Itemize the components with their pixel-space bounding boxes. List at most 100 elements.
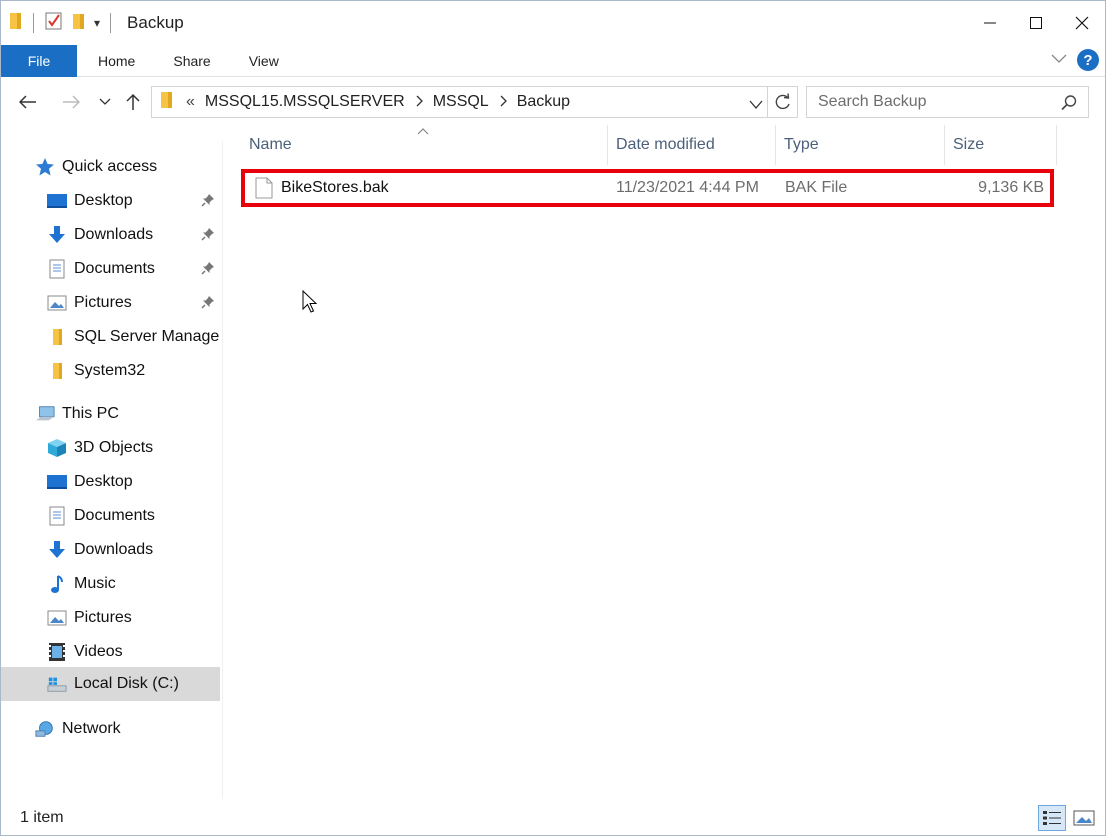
breadcrumb-segment[interactable]: Backup: [517, 93, 570, 111]
pin-icon[interactable]: [201, 261, 215, 280]
sidebar-item-label: Quick access: [62, 158, 158, 175]
chevron-right-icon[interactable]: [415, 94, 423, 110]
sidebar-item-local-disk[interactable]: Local Disk (C:): [1, 667, 220, 701]
sidebar-item-music[interactable]: Music: [1, 568, 220, 600]
sidebar-item-label: Documents: [74, 260, 155, 277]
item-count: 1 item: [20, 809, 64, 826]
chevron-right-icon[interactable]: [499, 94, 507, 110]
maximize-button[interactable]: [1013, 1, 1059, 45]
tab-share[interactable]: Share: [154, 45, 229, 77]
sidebar-item-this-pc[interactable]: This PC: [1, 398, 220, 430]
picture-icon: [47, 608, 67, 628]
pin-icon[interactable]: [201, 295, 215, 314]
expand-ribbon-icon[interactable]: [1051, 51, 1067, 69]
document-icon: [47, 506, 67, 526]
sidebar-item-label: 3D Objects: [74, 439, 154, 456]
sidebar-item-label: Desktop: [74, 192, 133, 209]
pin-icon[interactable]: [201, 193, 215, 212]
navigation-bar: « MSSQL15.MSSQLSERVER MSSQL Backup Searc…: [1, 83, 1105, 121]
mouse-cursor-icon: [302, 289, 318, 319]
sidebar-item-label: SQL Server Manage: [74, 328, 220, 345]
folder-icon: [9, 11, 23, 36]
column-header-name[interactable]: Name: [241, 125, 608, 165]
breadcrumb-segment[interactable]: MSSQL15.MSSQLSERVER: [205, 93, 405, 111]
drive-icon: [47, 674, 67, 694]
file-type: BAK File: [785, 179, 848, 196]
help-icon[interactable]: ?: [1077, 49, 1099, 71]
address-bar[interactable]: « MSSQL15.MSSQLSERVER MSSQL Backup: [151, 86, 768, 118]
sidebar-item-pictures-pc[interactable]: Pictures: [1, 602, 220, 634]
column-header-date-modified[interactable]: Date modified: [608, 125, 776, 165]
quick-access-toolbar: ▾ Backup: [1, 1, 184, 45]
properties-icon[interactable]: [44, 11, 64, 36]
address-history-dropdown[interactable]: [749, 97, 763, 115]
pin-icon[interactable]: [201, 227, 215, 246]
column-header-type[interactable]: Type: [776, 125, 945, 165]
sidebar-item-system32[interactable]: System32: [1, 355, 220, 387]
sidebar-item-desktop[interactable]: Desktop: [1, 185, 220, 217]
sidebar-item-documents-pc[interactable]: Documents: [1, 500, 220, 532]
sidebar-item-label: This PC: [62, 405, 119, 422]
sidebar-item-label: System32: [74, 362, 146, 379]
title-bar: ▾ Backup: [1, 1, 1105, 45]
tab-view[interactable]: View: [230, 45, 298, 77]
breadcrumb-segment[interactable]: MSSQL: [433, 93, 489, 111]
tab-file[interactable]: File: [1, 44, 77, 77]
status-bar: 1 item: [1, 801, 1105, 835]
new-folder-icon[interactable]: [70, 11, 88, 36]
file-explorer-window: ▾ Backup File Home Share View ? « MSSQL1…: [0, 0, 1106, 836]
back-button[interactable]: [17, 89, 39, 115]
sidebar-item-3d-objects[interactable]: 3D Objects: [1, 432, 220, 464]
sidebar-item-label: Pictures: [74, 294, 132, 311]
refresh-button[interactable]: [768, 86, 798, 118]
download-arrow-icon: [47, 540, 67, 560]
sidebar-item-pictures[interactable]: Pictures: [1, 287, 220, 319]
customize-toolbar-dropdown-icon[interactable]: ▾: [94, 16, 100, 30]
file-date-modified: 11/23/2021 4:44 PM: [616, 179, 759, 196]
forward-button[interactable]: [60, 89, 82, 115]
search-input[interactable]: Search Backup: [806, 86, 1089, 118]
address-overflow-button[interactable]: «: [186, 93, 195, 111]
file-list: Name Date modified Type Size BikeStores.…: [241, 125, 1061, 795]
large-icons-view-button[interactable]: [1070, 805, 1098, 831]
toolbar-divider: [33, 13, 34, 33]
sidebar-item-sql-server-manage[interactable]: SQL Server Manage: [1, 321, 220, 353]
sidebar-item-label: Downloads: [74, 226, 154, 243]
sidebar-item-label: Downloads: [74, 541, 154, 558]
sidebar-item-label: Videos: [74, 643, 123, 660]
sidebar-item-network[interactable]: Network: [1, 713, 220, 745]
up-button[interactable]: [122, 89, 144, 115]
window-title: Backup: [127, 13, 184, 32]
window-controls: [967, 1, 1105, 45]
ribbon-tabs: File Home Share View ?: [1, 44, 1105, 77]
sidebar-item-label: Local Disk (C:): [74, 675, 179, 692]
tab-home[interactable]: Home: [77, 45, 154, 77]
table-row[interactable]: BikeStores.bak 11/23/2021 4:44 PM BAK Fi…: [241, 169, 1054, 207]
film-icon: [47, 642, 67, 662]
cube-icon: [47, 438, 67, 458]
sidebar-item-downloads-pc[interactable]: Downloads: [1, 534, 220, 566]
file-name: BikeStores.bak: [281, 179, 389, 196]
sidebar-item-label: Pictures: [74, 609, 132, 626]
sidebar-item-documents[interactable]: Documents: [1, 253, 220, 285]
close-button[interactable]: [1059, 1, 1105, 45]
picture-icon: [47, 293, 67, 313]
search-icon[interactable]: [1060, 94, 1078, 117]
sidebar-item-label: Desktop: [74, 473, 133, 490]
ribbon-right-controls: ?: [1051, 49, 1099, 71]
recent-locations-dropdown[interactable]: [96, 89, 114, 115]
toolbar-divider: [110, 13, 112, 33]
column-header-size[interactable]: Size: [945, 125, 1057, 165]
sidebar-item-label: Network: [62, 720, 121, 737]
search-placeholder: Search Backup: [818, 93, 927, 110]
minimize-button[interactable]: [967, 1, 1013, 45]
music-note-icon: [47, 574, 67, 594]
sidebar-item-label: Documents: [74, 507, 155, 524]
star-icon: [35, 157, 55, 177]
sidebar-item-quick-access[interactable]: Quick access: [1, 151, 220, 183]
folder-icon: [47, 327, 67, 347]
sidebar-item-desktop-pc[interactable]: Desktop: [1, 466, 220, 498]
details-view-button[interactable]: [1038, 805, 1066, 831]
sidebar-item-downloads[interactable]: Downloads: [1, 219, 220, 251]
sidebar-item-videos[interactable]: Videos: [1, 636, 220, 668]
